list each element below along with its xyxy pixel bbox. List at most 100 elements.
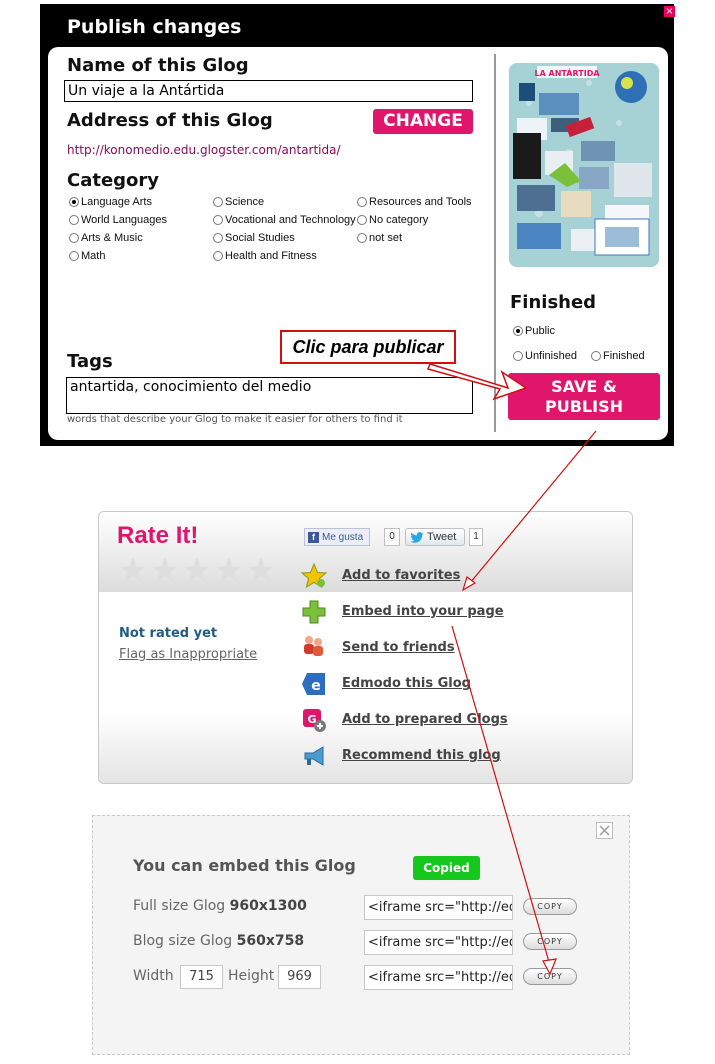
facebook-like-button[interactable]: f Me gusta — [304, 528, 370, 546]
category-option[interactable]: Arts & Music — [69, 232, 143, 244]
category-label: Language Arts — [81, 196, 152, 208]
glog-thumbnail: LA ANTÁRTIDA — [509, 63, 659, 267]
blog-size-code-field[interactable]: <iframe src="http://edu — [364, 930, 513, 955]
copy-full-size-button[interactable]: COPY — [523, 898, 577, 915]
category-label: Science — [225, 196, 265, 208]
svg-text:LA ANTÁRTIDA: LA ANTÁRTIDA — [534, 67, 600, 78]
radio-button[interactable] — [357, 215, 367, 225]
radio-button[interactable] — [213, 215, 223, 225]
save-label-line1: SAVE & — [551, 376, 617, 396]
category-option[interactable]: World Languages — [69, 214, 167, 226]
star-icon[interactable] — [247, 556, 275, 584]
tags-hint: words that describe your Glog to make it… — [67, 414, 403, 425]
save-publish-button[interactable]: SAVE & PUBLISH — [508, 373, 660, 420]
radio-button[interactable] — [357, 233, 367, 243]
finished-label: Unfinished — [525, 350, 577, 362]
custom-size-code-field[interactable]: <iframe src="http://edu — [364, 965, 513, 990]
radio-button[interactable] — [213, 233, 223, 243]
radio-button[interactable] — [69, 233, 79, 243]
facebook-like-label: Me gusta — [322, 531, 364, 543]
category-option[interactable]: Science — [213, 196, 264, 208]
radio-button[interactable] — [513, 326, 523, 336]
full-size-value: 960x1300 — [229, 898, 307, 914]
facebook-like-count: 0 — [384, 528, 400, 546]
rate-action-link[interactable]: Embed into your page — [342, 604, 504, 619]
tweet-button[interactable]: Tweet — [405, 528, 465, 546]
category-option[interactable]: Resources and Tools — [357, 196, 472, 208]
tags-heading: Tags — [67, 351, 113, 372]
radio-button[interactable] — [69, 251, 79, 261]
width-label: Width — [133, 968, 174, 984]
copy-blog-size-button[interactable]: COPY — [523, 933, 577, 950]
rate-action-link[interactable]: Send to friends — [342, 640, 455, 655]
width-input[interactable]: 715 — [180, 965, 223, 989]
publish-callout: Clic para publicar — [280, 330, 456, 364]
tags-input[interactable]: antartida, conocimiento del medio — [66, 377, 473, 414]
star-icon — [301, 563, 327, 589]
category-option[interactable]: Math — [69, 250, 105, 262]
full-size-code-field[interactable]: <iframe src="http://edu — [364, 895, 513, 920]
rate-action-link[interactable]: Add to prepared Glogs — [342, 712, 508, 727]
blog-size-value: 560x758 — [236, 933, 305, 949]
finished-label: Finished — [603, 350, 645, 362]
full-size-label: Full size Glog 960x1300 — [133, 898, 307, 914]
radio-button[interactable] — [69, 197, 79, 207]
radio-button[interactable] — [213, 197, 223, 207]
star-icon[interactable] — [151, 556, 179, 584]
copy-custom-size-button[interactable]: COPY — [523, 968, 577, 985]
twitter-bird-icon — [410, 531, 424, 543]
name-heading: Name of this Glog — [67, 55, 249, 76]
megaphone-icon — [304, 746, 324, 766]
height-label: Height — [228, 968, 275, 984]
radio-button[interactable] — [357, 197, 367, 207]
edmodo-icon: e — [302, 673, 325, 695]
category-label: not set — [369, 232, 403, 244]
flag-inappropriate-link[interactable]: Flag as Inappropriate — [119, 647, 257, 662]
category-label: Health and Fitness — [225, 250, 317, 262]
category-label: World Languages — [81, 214, 168, 226]
category-option[interactable]: Health and Fitness — [213, 250, 317, 262]
radio-button[interactable] — [513, 351, 523, 361]
category-option[interactable]: No category — [357, 214, 428, 226]
finished-option[interactable]: Finished — [591, 350, 645, 362]
category-option[interactable]: Social Studies — [213, 232, 295, 244]
category-label: Math — [81, 250, 106, 262]
category-option[interactable]: Language Arts — [69, 196, 152, 208]
change-address-button[interactable]: CHANGE — [373, 109, 473, 134]
glog-name-input[interactable]: Un viaje a la Antártida — [64, 80, 473, 102]
height-input[interactable]: 969 — [278, 965, 321, 989]
embed-title: You can embed this Glog — [133, 856, 356, 875]
star-icon[interactable] — [183, 556, 211, 584]
category-label: Vocational and Technology — [225, 214, 356, 226]
close-icon[interactable]: × — [664, 6, 675, 17]
tweet-label: Tweet — [427, 531, 457, 543]
star-icon[interactable] — [119, 556, 147, 584]
finished-option[interactable]: Unfinished — [513, 350, 577, 362]
rate-action-link[interactable]: Edmodo this Glog — [342, 676, 471, 691]
category-option[interactable]: Vocational and Technology — [213, 214, 356, 226]
rate-action-link[interactable]: Add to favorites — [342, 568, 460, 583]
radio-button[interactable] — [213, 251, 223, 261]
rate-panel: Rate It! f Me gusta 0 Tweet 1 Not rated … — [98, 511, 633, 784]
category-label: No category — [369, 214, 429, 226]
finished-option[interactable]: Public — [513, 325, 555, 337]
dialog-divider — [494, 54, 496, 432]
star-icon[interactable] — [215, 556, 243, 584]
friends-icon — [304, 636, 323, 656]
rate-title: Rate It! — [117, 522, 199, 549]
close-icon[interactable] — [596, 822, 613, 839]
rate-action-link[interactable]: Recommend this glog — [342, 748, 501, 763]
category-option[interactable]: not set — [357, 232, 402, 244]
glog-address-link[interactable]: http://konomedio.edu.glogster.com/antart… — [67, 143, 341, 157]
radio-button[interactable] — [69, 215, 79, 225]
rating-status: Not rated yet — [119, 626, 218, 641]
dialog-title: Publish changes — [67, 16, 242, 38]
finished-label: Public — [525, 325, 555, 337]
radio-button[interactable] — [591, 351, 601, 361]
blog-size-label: Blog size Glog 560x758 — [133, 933, 305, 949]
save-label-line2: PUBLISH — [545, 396, 623, 416]
finished-heading: Finished — [510, 292, 597, 313]
category-label: Social Studies — [225, 232, 295, 244]
svg-text:e: e — [311, 678, 321, 694]
facebook-icon: f — [308, 531, 319, 543]
